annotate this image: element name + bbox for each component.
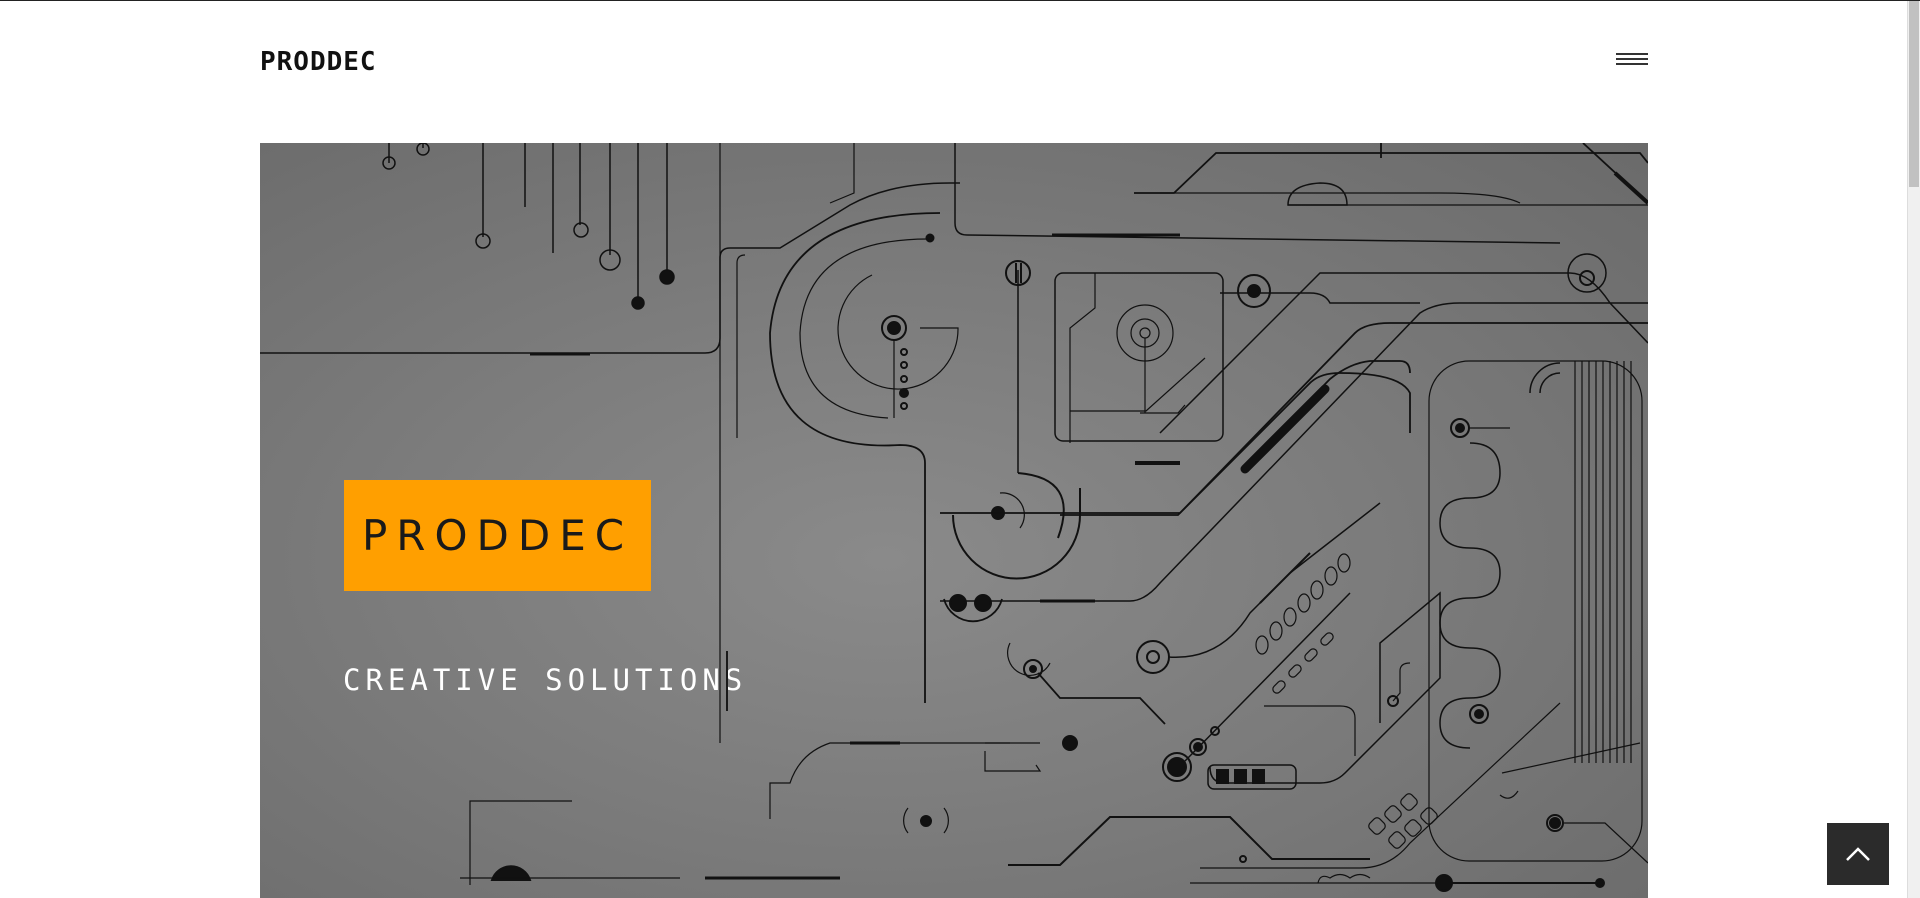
brand-logo[interactable]: PRODDEC [260,47,377,77]
back-to-top-button[interactable] [1827,823,1889,885]
site-header: PRODDEC [260,1,1648,121]
typing-cursor [726,651,728,711]
hero-tagline: CREATIVE SOLUTIONS [343,663,748,697]
scrollbar-thumb[interactable] [1909,1,1919,187]
chevron-up-icon [1846,847,1870,861]
hero-brand-text: PRODDEC [361,511,634,560]
page: PRODDEC PRODDEC CREATIVE SOLUTIONS [0,0,1920,898]
page-scrollbar[interactable] [1907,1,1920,898]
hero-brand-badge: PRODDEC [344,480,651,591]
hero-banner: PRODDEC CREATIVE SOLUTIONS [260,143,1648,898]
hamburger-menu-icon[interactable] [1616,53,1648,73]
